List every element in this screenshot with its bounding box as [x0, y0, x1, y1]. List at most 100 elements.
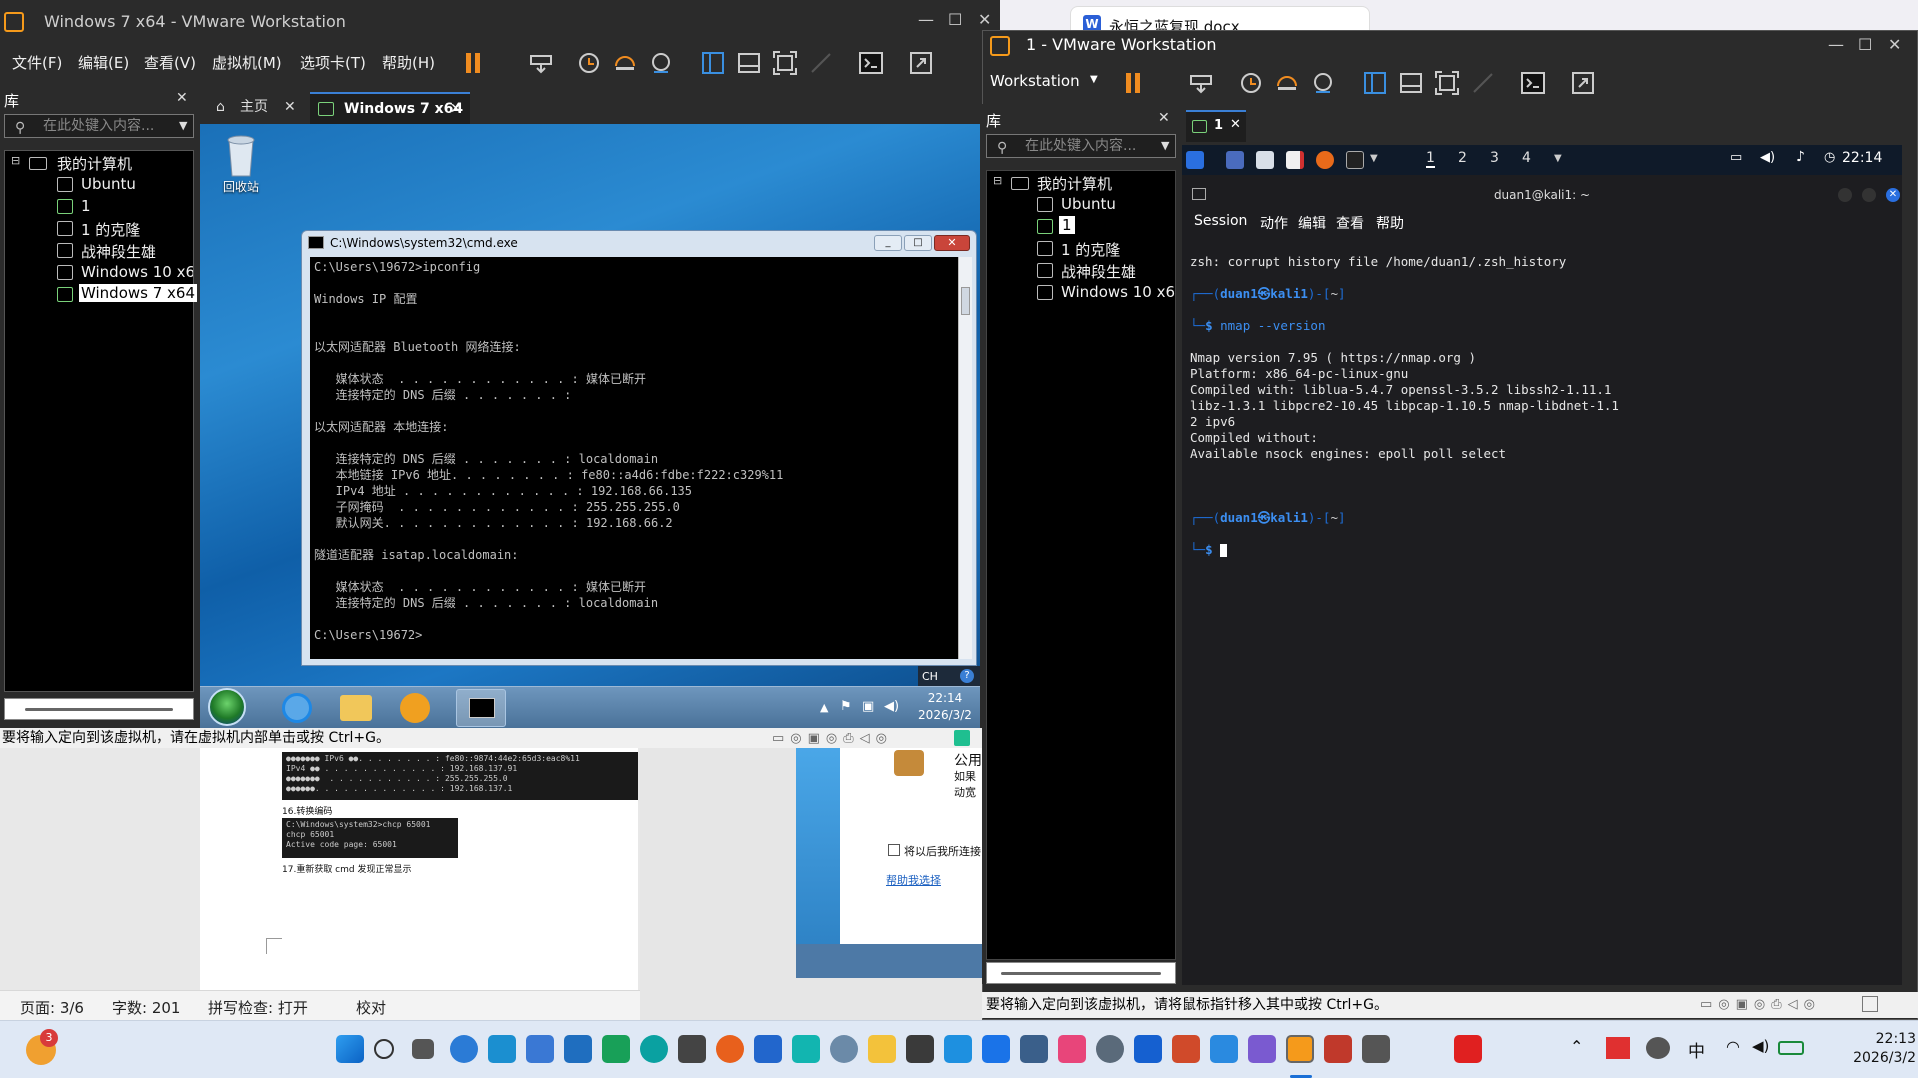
revert-snapshot-icon[interactable]: [612, 50, 638, 76]
cmd-minimize-button[interactable]: _: [874, 235, 902, 251]
cmd-window[interactable]: C:\Windows\system32\cmd.exe _ □ ✕ C:\Use…: [301, 230, 977, 666]
chevron-down-icon[interactable]: ▼: [179, 115, 187, 137]
battery-icon[interactable]: [1778, 1041, 1804, 1055]
device-status-icons[interactable]: ▭◎▣◎⎙◁◎: [772, 729, 893, 749]
menu-view[interactable]: 查看(V): [144, 52, 196, 73]
edge-icon[interactable]: [450, 1035, 478, 1063]
desktop-icon[interactable]: [1226, 151, 1244, 169]
vm-status-icon[interactable]: [1862, 996, 1878, 1012]
app-icon-13[interactable]: [1134, 1035, 1162, 1063]
vmware-taskbar-icon[interactable]: [1286, 1035, 1314, 1063]
library-close-icon[interactable]: ✕: [1158, 110, 1170, 126]
device-status-icons[interactable]: ▭◎▣◎⎙◁◎: [1700, 992, 1821, 1018]
library-search-input[interactable]: 在此处键入内容... ⚲ ▼: [986, 134, 1176, 158]
library-view-icon[interactable]: [700, 50, 726, 76]
volume-icon[interactable]: ◀): [884, 699, 899, 714]
console-icon[interactable]: [858, 50, 884, 76]
tree-item-win7-selected[interactable]: Windows 7 x64: [79, 284, 198, 302]
wps-icon[interactable]: [1454, 1035, 1482, 1063]
app-icon-17[interactable]: [1324, 1035, 1352, 1063]
send-keys-icon[interactable]: [528, 50, 554, 76]
workspace-4[interactable]: 4: [1522, 150, 1531, 166]
app-icon-9[interactable]: [906, 1035, 934, 1063]
tree-item-1-clone[interactable]: 1 的克隆: [1061, 239, 1120, 260]
taskbar-clock[interactable]: 22:13 2026/3/2: [1826, 1030, 1916, 1070]
app-icon-8[interactable]: [830, 1035, 858, 1063]
app-icon-12[interactable]: [1058, 1035, 1086, 1063]
terminal-menu-help[interactable]: 帮助: [1376, 213, 1404, 233]
popup-help-link[interactable]: 帮助我选择: [886, 872, 941, 888]
pause-icon[interactable]: [462, 50, 488, 76]
terminal-menu-edit[interactable]: 编辑: [1298, 213, 1326, 233]
display-icon[interactable]: ▭: [1730, 150, 1742, 165]
kali-menu-icon[interactable]: [1186, 151, 1204, 169]
media-player-icon[interactable]: [400, 693, 430, 723]
tab-win7[interactable]: Windows 7 x64 ✕: [310, 92, 470, 124]
tab-close-icon[interactable]: ✕: [284, 92, 296, 122]
workstation-menu[interactable]: Workstation: [990, 72, 1080, 90]
win7-start-button[interactable]: [208, 688, 246, 726]
close-icon[interactable]: ✕: [1888, 30, 1901, 60]
tree-collapse-icon[interactable]: ⊟: [11, 154, 20, 167]
chevron-down-icon[interactable]: ▼: [1370, 153, 1378, 164]
pause-icon[interactable]: [1122, 70, 1148, 96]
tree-item-1-clone[interactable]: 1 的克隆: [81, 219, 140, 240]
menu-vm[interactable]: 虚拟机(M): [212, 52, 282, 73]
tray-expand-icon[interactable]: ▲: [820, 701, 828, 714]
tree-item-ubuntu[interactable]: Ubuntu: [81, 175, 136, 193]
tree-root[interactable]: 我的计算机: [57, 153, 132, 174]
tree-root[interactable]: 我的计算机: [1037, 173, 1112, 194]
cmd-scrollbar[interactable]: [958, 257, 972, 659]
maximize-icon[interactable]: ☐: [948, 10, 962, 29]
library-scrollbar[interactable]: [4, 698, 194, 720]
explorer-icon[interactable]: [340, 695, 372, 721]
cmd-maximize-button[interactable]: □: [904, 235, 932, 251]
tab-home[interactable]: ⌂ 主页 ✕: [208, 92, 302, 124]
recycle-bin[interactable]: 回收站: [218, 132, 264, 202]
thumbnail-view-icon[interactable]: [1398, 70, 1424, 96]
snapshot-manager-icon[interactable]: [648, 50, 674, 76]
thumbnail-view-icon[interactable]: [736, 50, 762, 76]
close-icon[interactable]: ✕: [978, 10, 991, 29]
app-icon-1[interactable]: [488, 1035, 516, 1063]
wifi-icon[interactable]: ◠: [1726, 1037, 1740, 1056]
menu-help[interactable]: 帮助(H): [382, 52, 435, 73]
terminal-maximize-button[interactable]: [1862, 188, 1876, 202]
win7-language-bar[interactable]: CH ?: [918, 666, 980, 688]
minimize-icon[interactable]: —: [1828, 30, 1844, 60]
stretch-icon[interactable]: [1570, 70, 1596, 96]
app-icon-11[interactable]: [1020, 1035, 1048, 1063]
ime-indicator[interactable]: 中: [1688, 1037, 1705, 1062]
app-icon-16[interactable]: [1248, 1035, 1276, 1063]
firefox-icon[interactable]: [1316, 151, 1334, 169]
terminal-output[interactable]: zsh: corrupt history file /home/duan1/.z…: [1190, 238, 1890, 557]
menu-file[interactable]: 文件(F): [12, 52, 62, 73]
browser-icon[interactable]: [640, 1035, 668, 1063]
status-page[interactable]: 页面: 3/6: [20, 997, 84, 1018]
terminal-icon[interactable]: [1346, 151, 1364, 169]
tray-app-icon[interactable]: [1606, 1037, 1630, 1059]
win7-clock[interactable]: 22:14 2026/3/2: [910, 690, 980, 726]
app-icon-18[interactable]: [1362, 1035, 1390, 1063]
notification-bell-icon[interactable]: ♪: [1796, 149, 1805, 165]
status-proof[interactable]: 校对: [356, 997, 386, 1018]
snapshot-icon[interactable]: [576, 50, 602, 76]
cmd-close-button[interactable]: ✕: [934, 235, 970, 251]
app-icon-2[interactable]: [526, 1035, 554, 1063]
workspace-2[interactable]: 2: [1458, 150, 1467, 166]
minimize-icon[interactable]: —: [918, 10, 934, 29]
workspace-3[interactable]: 3: [1490, 150, 1499, 166]
tree-item-zhanshen[interactable]: 战神段生雄: [81, 241, 156, 262]
library-close-icon[interactable]: ✕: [176, 90, 188, 106]
cmd-scroll-thumb[interactable]: [961, 287, 970, 315]
volume-icon[interactable]: ◀): [1760, 150, 1775, 165]
app-icon-4[interactable]: [602, 1035, 630, 1063]
console-icon[interactable]: [1520, 70, 1546, 96]
tree-item-ubuntu[interactable]: Ubuntu: [1061, 195, 1116, 213]
menu-tabs[interactable]: 选项卡(T): [300, 52, 366, 73]
library-view-icon[interactable]: [1362, 70, 1388, 96]
snapshot-icon[interactable]: [1238, 70, 1264, 96]
send-keys-icon[interactable]: [1188, 70, 1214, 96]
app-icon-5[interactable]: [678, 1035, 706, 1063]
firefox-icon[interactable]: [716, 1035, 744, 1063]
